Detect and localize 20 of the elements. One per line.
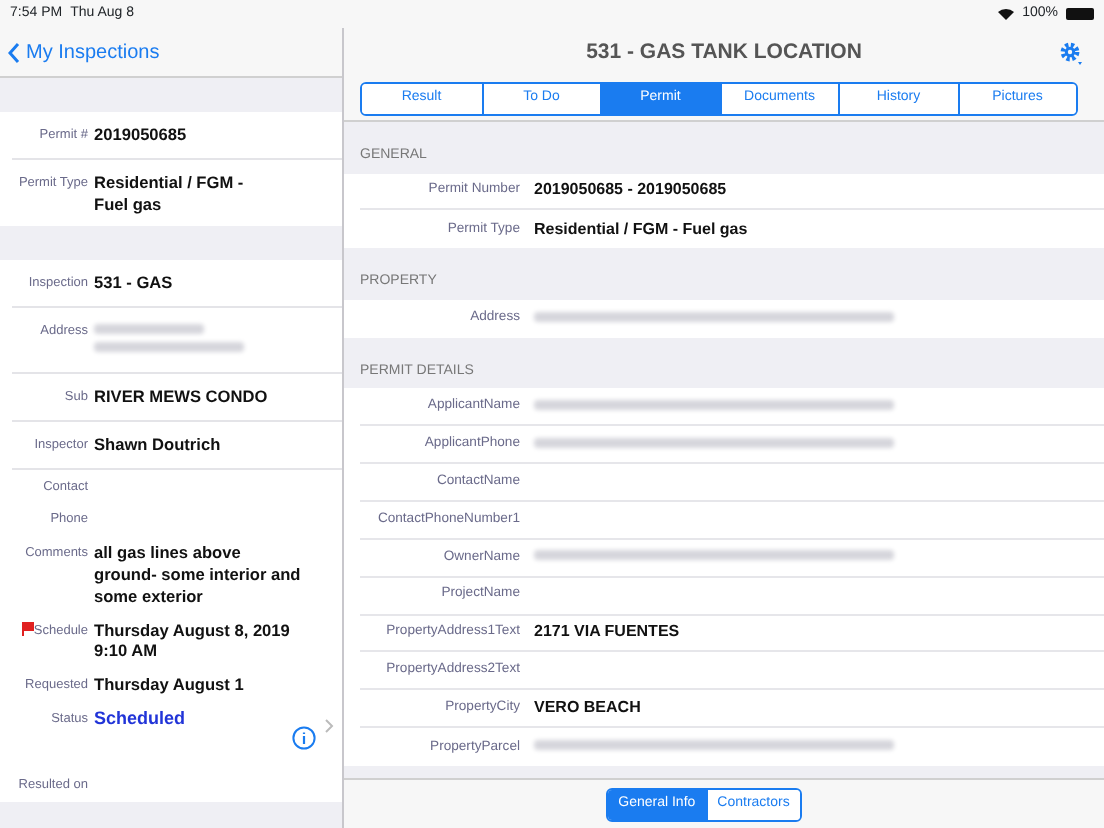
field-value: VERO BEACH xyxy=(534,696,641,721)
field-value: Scheduled xyxy=(94,707,186,728)
wifi-icon xyxy=(998,8,1015,20)
settings-icon[interactable] xyxy=(1058,40,1084,66)
chevron-left-icon xyxy=(8,41,20,63)
battery-icon xyxy=(1066,8,1094,20)
blurred-text xyxy=(94,324,204,335)
field-value: 2171 VIA FUENTES xyxy=(534,620,680,645)
field-value: 531 - GAS xyxy=(94,272,173,293)
field-value: Shawn Doutrich xyxy=(94,433,221,454)
field-value: Residential / FGM - Fuel gas xyxy=(534,217,748,242)
field-value: all gas lines above ground- some interior and some exterior xyxy=(94,542,301,606)
chevron-icon xyxy=(324,717,334,734)
page-title: 531 - GAS TANK LOCATION xyxy=(586,37,862,68)
field-value: Thursday August 1 xyxy=(94,674,244,695)
field-value: RIVER MEWS CONDO xyxy=(94,386,268,407)
field-value: 2019050685 - 2019050685 xyxy=(534,178,727,203)
field-value: Thursday August 8, 2019 9:10 AM xyxy=(94,619,290,661)
field-value: Residential / FGM - Fuel gas xyxy=(94,171,244,214)
field-value: 2019050685 xyxy=(94,124,187,144)
